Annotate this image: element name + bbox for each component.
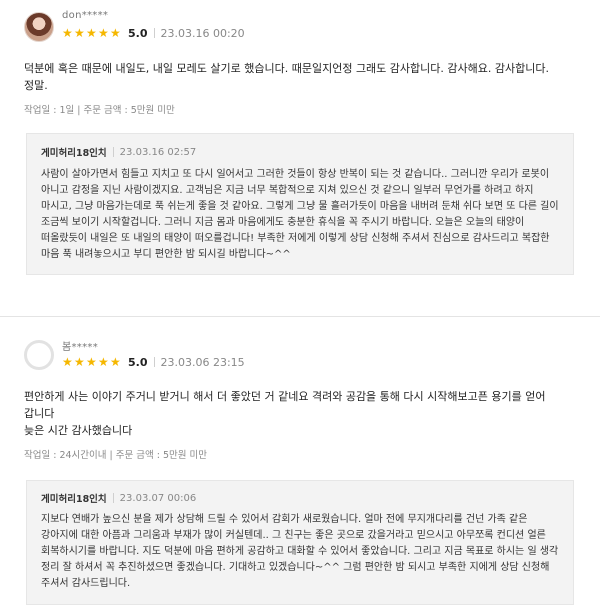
divider [112,493,114,503]
divider [153,28,155,38]
divider [112,147,114,157]
reply-text: 지보다 연배가 높으신 분을 제가 상담해 드릴 수 있어서 감회가 새로웠습니… [41,514,559,589]
review-date: 23.03.06 23:15 [160,355,245,369]
review-text: 편안하게 사는 이야기 주거니 받거니 해서 더 좋았던 거 같네요 격려와 공… [24,390,546,437]
review-text: 덕분에 혹은 때문에 내일도, 내일 모레도 살기로 했습니다. 때문일지언정 … [24,62,549,92]
purchase-info: 작업일 : 1일 | 주문 금액 : 5만원 미만 [24,105,175,116]
user-name: 봄***** [62,342,98,353]
user-name: don***** [62,10,109,21]
review-date: 23.03.16 00:20 [160,26,245,40]
seller-name: 게미허리18인치 [41,494,107,505]
review-item: 봄***** ★ ★ ★ ★ ★ 5.0 23.03.06 23:15 편안하게 사는 … [0,330,600,605]
rating-stars-icon: ★ ★ ★ ★ ★ [62,26,121,40]
review-item: don***** ★ ★ ★ ★ ★ 5.0 23.03.16 00:20 덕분에 혹은… [0,0,600,300]
default-avatar-icon [24,340,54,370]
rating-score: 5.0 [128,26,148,40]
rating-stars-icon: ★ ★ ★ ★ ★ [62,355,121,369]
review-separator [0,316,600,317]
divider [153,357,155,367]
seller-reply: 게미허리18인치 23.03.16 02:57 사람이 살아가면서 힘들고 지치… [26,133,574,275]
reply-date: 23.03.16 02:57 [119,146,197,158]
seller-reply: 게미허리18인치 23.03.07 00:06 지보다 연배가 높으신 분을 제… [26,480,574,605]
rating-score: 5.0 [128,355,148,369]
seller-name: 게미허리18인치 [41,148,107,159]
reply-date: 23.03.07 00:06 [119,492,197,504]
purchase-info: 작업일 : 24시간이내 | 주문 금액 : 5만원 미만 [24,450,207,461]
reply-text: 사람이 살아가면서 힘들고 지치고 또 다시 일어서고 그러한 것들이 항상 반… [41,169,559,260]
user-avatar [24,12,54,42]
